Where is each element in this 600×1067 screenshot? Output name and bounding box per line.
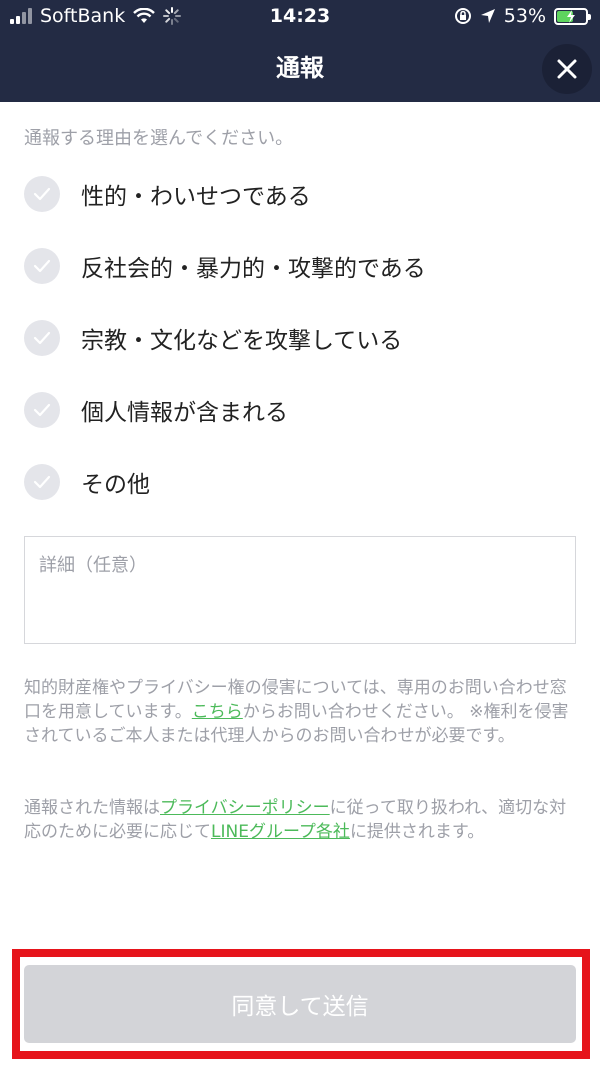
agree-and-send-button[interactable]: 同意して送信 xyxy=(24,965,576,1043)
contact-link[interactable]: こちら xyxy=(192,702,243,722)
page-title: 通報 xyxy=(276,54,324,82)
details-placeholder: 詳細（任意） xyxy=(39,555,147,576)
check-circle-icon[interactable] xyxy=(24,248,60,284)
instruction-text: 通報する理由を選んでください。 xyxy=(24,128,294,149)
battery-percent: 53% xyxy=(503,5,546,27)
details-input[interactable]: 詳細（任意） xyxy=(24,536,576,644)
reason-list: 性的・わいせつである 反社会的・暴力的・攻撃的である 宗教・文化などを攻撃してい… xyxy=(24,158,576,518)
reason-label: 宗教・文化などを攻撃している xyxy=(81,328,403,354)
report-screen: SoftBank 14:23 53% 通報 通報する理由を選んでください。 性的… xyxy=(0,0,600,1067)
notice-text: に提供されます。 xyxy=(349,822,485,842)
reason-label: 反社会的・暴力的・攻撃的である xyxy=(81,256,426,282)
data-handling-notice: 通報された情報はプライバシーポリシーに従って取り扱われ、適切な対応のために必要に… xyxy=(24,796,580,844)
privacy-policy-link[interactable]: プライバシーポリシー xyxy=(160,798,330,818)
location-arrow-icon xyxy=(480,9,495,23)
close-icon xyxy=(557,59,577,79)
battery-icon xyxy=(554,7,591,25)
check-circle-icon[interactable] xyxy=(24,392,60,428)
check-circle-icon[interactable] xyxy=(24,320,60,356)
check-circle-icon[interactable] xyxy=(24,464,60,500)
reason-label: その他 xyxy=(81,472,150,498)
check-circle-icon[interactable] xyxy=(24,176,60,212)
close-button[interactable] xyxy=(542,44,592,94)
status-right: 53% xyxy=(454,5,591,27)
reason-label: 個人情報が含まれる xyxy=(81,400,288,426)
reason-item-religion-culture[interactable]: 宗教・文化などを攻撃している xyxy=(24,302,576,374)
status-bar: SoftBank 14:23 53% xyxy=(0,0,600,34)
reason-item-sexual[interactable]: 性的・わいせつである xyxy=(24,158,576,230)
reason-item-other[interactable]: その他 xyxy=(24,446,576,518)
notice-text: 通報された情報は xyxy=(24,798,160,818)
rotation-lock-icon xyxy=(454,8,471,24)
reason-item-personal-info[interactable]: 個人情報が含まれる xyxy=(24,374,576,446)
reason-item-antisocial[interactable]: 反社会的・暴力的・攻撃的である xyxy=(24,230,576,302)
reason-label: 性的・わいせつである xyxy=(81,184,311,210)
nav-bar: 通報 xyxy=(0,34,600,102)
line-group-link[interactable]: LINEグループ各社 xyxy=(211,822,350,842)
submit-label: 同意して送信 xyxy=(231,994,369,1020)
ip-privacy-notice: 知的財産権やプライバシー権の侵害については、専用のお問い合わせ窓口を用意していま… xyxy=(24,676,580,748)
